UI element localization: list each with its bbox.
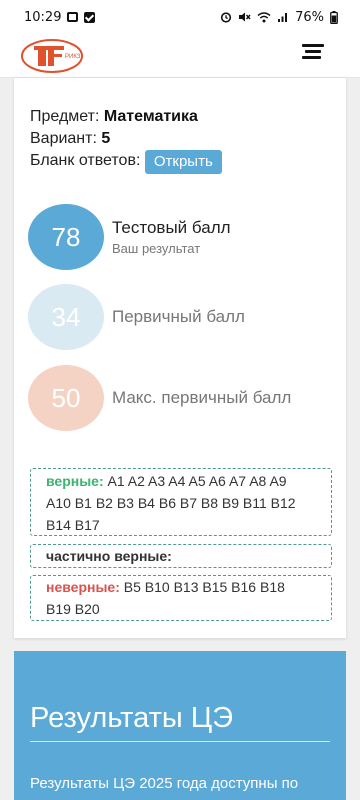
- correct-items-1: A1 A2 A3 A4 A5 A6 A7 A8 A9: [107, 473, 287, 489]
- max-score-row: 50 Макс. первичный балл: [28, 365, 291, 431]
- ce-results-section: Результаты ЦЭ Результаты ЦЭ 2025 года до…: [14, 651, 346, 800]
- subject-row: Предмет: Математика: [30, 106, 222, 128]
- wifi-icon: [257, 12, 271, 23]
- test-score-value: 78: [51, 221, 81, 252]
- status-bar: 10:29 76%: [0, 0, 360, 34]
- variant-label: Вариант:: [30, 130, 97, 147]
- signal-icon: [278, 13, 288, 22]
- correct-line-1: верные: A1 A2 A3 A4 A5 A6 A7 A8 A9: [46, 470, 323, 492]
- ce-results-divider: [30, 741, 330, 742]
- correct-items-3: B14 B17: [46, 517, 100, 533]
- wrong-label: неверные:: [46, 579, 120, 595]
- max-score-value: 50: [51, 382, 81, 413]
- wrong-answers-box: неверные: B5 B10 B13 B15 B16 B18 B19 B20: [30, 575, 332, 621]
- variant-row: Вариант: 5: [30, 128, 222, 150]
- answers-form-label: Бланк ответов:: [30, 152, 141, 169]
- mute-icon: [239, 12, 251, 22]
- primary-score-row: 34 Первичный балл: [28, 284, 245, 350]
- test-score-sublabel: Ваш результат: [112, 241, 201, 256]
- partial-label: частично верные:: [46, 548, 172, 564]
- test-score-text: Тестовый балл Ваш результат: [112, 218, 231, 256]
- open-answers-button[interactable]: Открыть: [144, 150, 222, 174]
- subject-value: Математика: [103, 108, 198, 125]
- ce-results-title: Результаты ЦЭ: [30, 702, 234, 734]
- variant-value: 5: [101, 130, 111, 147]
- subject-label: Предмет:: [30, 108, 100, 125]
- test-score-row: 78 Тестовый балл Ваш результат: [28, 204, 231, 270]
- primary-score-text: Первичный балл: [112, 307, 245, 327]
- max-score-circle: 50: [28, 365, 104, 431]
- test-score-label: Тестовый балл: [112, 218, 231, 237]
- hamburger-icon[interactable]: [302, 44, 324, 64]
- wrong-items-1: B5 B10 B13 B15 B16 B18: [123, 579, 285, 595]
- wrong-line-1: неверные: B5 B10 B13 B15 B16 B18: [46, 576, 323, 598]
- answers-form-row: Бланк ответов: Открыть: [30, 150, 222, 174]
- site-logo[interactable]: РИКЗ: [20, 38, 84, 74]
- correct-label: верные:: [46, 473, 104, 489]
- exam-info: Предмет: Математика Вариант: 5 Бланк отв…: [30, 106, 222, 174]
- alarm-icon: [220, 12, 232, 23]
- ce-results-text: Результаты ЦЭ 2025 года доступны по: [30, 775, 299, 792]
- max-score-label: Макс. первичный балл: [112, 388, 292, 407]
- logo-text: РИКЗ: [65, 54, 81, 60]
- primary-score-circle: 34: [28, 284, 104, 350]
- check-box-icon: [84, 11, 96, 23]
- partial-answers-box: частично верные:: [30, 544, 332, 568]
- max-score-text: Макс. первичный балл: [112, 388, 291, 408]
- primary-score-label: Первичный балл: [112, 307, 245, 326]
- battery-level: 76%: [295, 9, 324, 25]
- status-time: 10:29: [24, 9, 62, 25]
- wrong-items-2: B19 B20: [46, 601, 100, 617]
- primary-score-value: 34: [51, 301, 81, 332]
- app-header: РИКЗ: [0, 34, 360, 78]
- test-score-circle: 78: [28, 204, 104, 270]
- status-bar-right: 76%: [220, 10, 338, 25]
- battery-icon: [330, 10, 338, 24]
- status-bar-left: 10:29: [24, 9, 96, 25]
- correct-items-2: A10 B1 B2 B3 B4 B6 B7 B8 B9 B11 B12: [46, 495, 296, 511]
- shopping-bag-icon: [67, 12, 79, 22]
- correct-answers-box: верные: A1 A2 A3 A4 A5 A6 A7 A8 A9 A10 B…: [30, 468, 332, 536]
- results-card: Предмет: Математика Вариант: 5 Бланк отв…: [14, 78, 346, 638]
